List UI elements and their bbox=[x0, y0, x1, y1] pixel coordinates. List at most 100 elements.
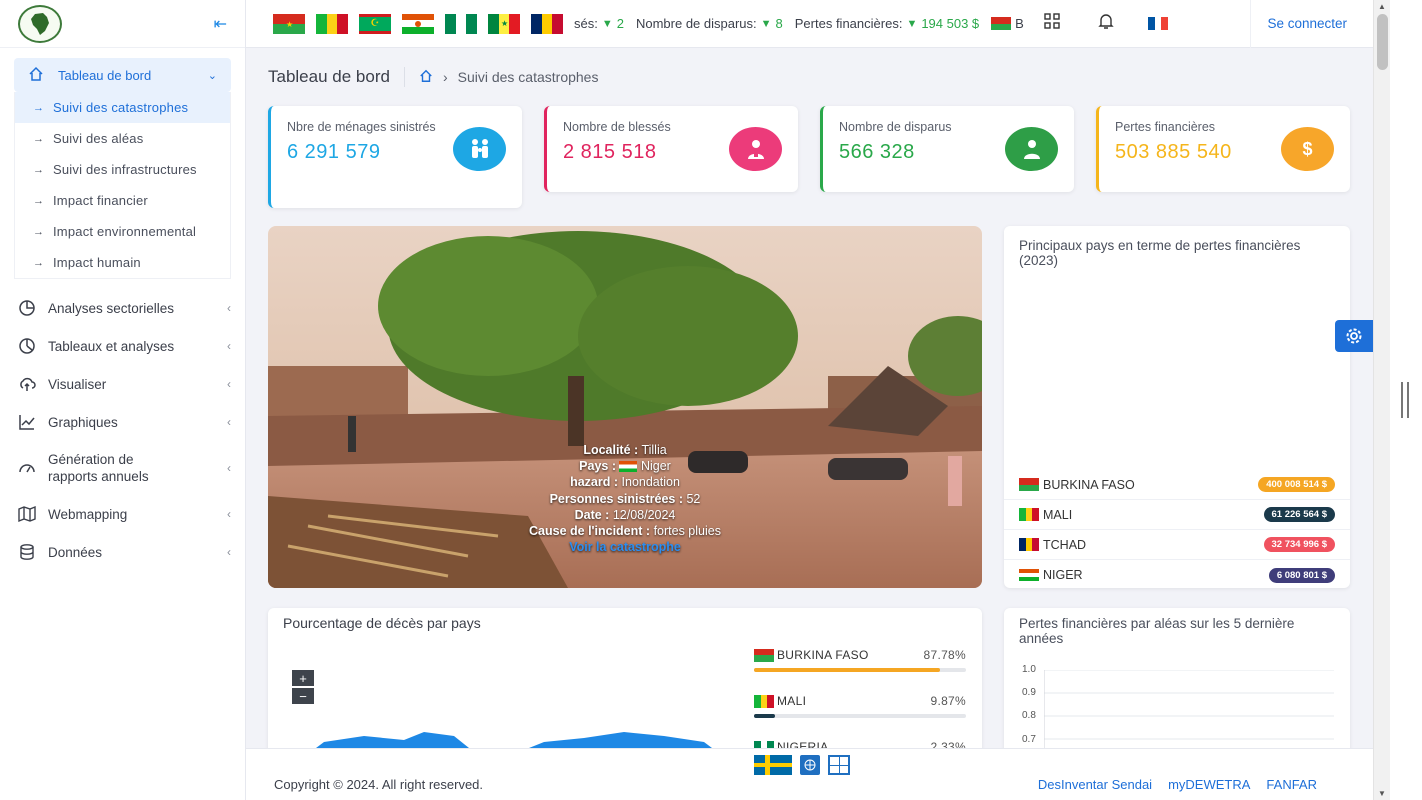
flag-niger bbox=[1019, 568, 1039, 582]
submenu-impact-humain[interactable]: → Impact humain bbox=[15, 247, 230, 278]
y-tick-label: 0.9 bbox=[1022, 687, 1036, 699]
chevron-left-icon: ‹ bbox=[227, 545, 231, 559]
loss-row: MALI 61 226 564 $ bbox=[1004, 500, 1350, 530]
login-link[interactable]: Se connecter bbox=[1250, 0, 1373, 48]
flag-tchad[interactable] bbox=[531, 13, 563, 34]
incident-photo[interactable]: Localité : Tillia Pays : Niger hazard : … bbox=[268, 226, 982, 588]
pct-row: BURKINA FASO 87.78% bbox=[754, 648, 966, 672]
menu-analyses-sectorielles[interactable]: Analyses sectorielles ‹ bbox=[0, 289, 245, 327]
vertical-scrollbar[interactable]: ▲ ▼ bbox=[1373, 0, 1390, 800]
submenu-impact-financier[interactable]: → Impact financier bbox=[15, 185, 230, 216]
zoom-out-button[interactable]: − bbox=[292, 688, 314, 704]
panel-title: Pourcentage de décès par pays bbox=[283, 615, 481, 631]
ticker-text: sés: bbox=[574, 16, 598, 31]
apps-grid-icon[interactable] bbox=[1044, 13, 1060, 34]
bell-icon[interactable] bbox=[1098, 12, 1114, 35]
flag-senegal[interactable]: ★ bbox=[488, 13, 520, 34]
hazard-chart-grid bbox=[1044, 670, 1334, 748]
pct-value: 2.33% bbox=[930, 740, 966, 748]
link-desinventar[interactable]: DesInventar Sendai bbox=[1038, 777, 1152, 792]
menu-label: Graphiques bbox=[48, 414, 118, 430]
arrow-down-icon: ▼ bbox=[760, 17, 772, 30]
loss-row: TCHAD 32 734 996 $ bbox=[1004, 530, 1350, 560]
menu-donnees[interactable]: Données ‹ bbox=[0, 533, 245, 571]
arrow-down-icon: ▼ bbox=[906, 17, 918, 30]
submenu-label: Suivi des catastrophes bbox=[53, 100, 189, 115]
ticker-label: Nombre de disparus: bbox=[635, 16, 757, 31]
partner-logos bbox=[754, 755, 850, 775]
flag-tchad bbox=[1019, 538, 1039, 551]
world-map[interactable] bbox=[284, 712, 744, 748]
home-icon[interactable] bbox=[419, 69, 433, 86]
flag-mali bbox=[754, 694, 774, 708]
menu-tableaux-analyses[interactable]: Tableaux et analyses ‹ bbox=[0, 327, 245, 365]
resize-grip[interactable] bbox=[1401, 382, 1409, 418]
stat-card-blesses: Nombre de blessés 2 815 518 bbox=[544, 106, 798, 192]
pct-row: MALI 9.87% bbox=[754, 694, 966, 718]
country-flags: ★ ☪ ★ bbox=[246, 13, 563, 34]
submenu-label: Suivi des infrastructures bbox=[53, 162, 197, 177]
ticker-label: Pertes financières: bbox=[794, 16, 903, 31]
scroll-up-icon[interactable]: ▲ bbox=[1378, 2, 1386, 11]
injured-person-icon bbox=[729, 127, 782, 171]
stat-card-pertes: Pertes financières 503 885 540 $ bbox=[1096, 106, 1350, 192]
flag-niger[interactable] bbox=[402, 13, 434, 34]
menu-graphiques[interactable]: Graphiques ‹ bbox=[0, 403, 245, 441]
pct-bar-fill bbox=[754, 714, 775, 718]
incident-info: Localité : Tillia Pays : Niger hazard : … bbox=[268, 442, 982, 555]
ticker-value: 8 bbox=[775, 16, 783, 31]
scrollbar-thumb[interactable] bbox=[1377, 14, 1388, 70]
menu-webmapping[interactable]: Webmapping ‹ bbox=[0, 495, 245, 533]
top-losses-panel: Principaux pays en terme de pertes finan… bbox=[1004, 226, 1350, 588]
scroll-down-icon[interactable]: ▼ bbox=[1378, 789, 1386, 798]
incident-personnes: 52 bbox=[686, 491, 701, 506]
submenu-suivi-aleas[interactable]: → Suivi des aléas bbox=[15, 123, 230, 154]
incident-hazard: Inondation bbox=[621, 475, 680, 490]
loss-country: TCHAD bbox=[1043, 537, 1087, 552]
zoom-in-button[interactable]: + bbox=[292, 670, 314, 686]
menu-generation-rapports[interactable]: Génération de rapports annuels ‹ bbox=[0, 441, 245, 495]
submenu-impact-environnemental[interactable]: → Impact environnemental bbox=[15, 216, 230, 247]
pct-value: 9.87% bbox=[930, 694, 966, 708]
language-flag-fr[interactable] bbox=[1147, 17, 1168, 30]
menu-label: Données bbox=[48, 544, 103, 560]
flag-niger-small bbox=[619, 461, 638, 473]
incident-date: 12/08/2024 bbox=[612, 507, 676, 522]
flag-mauritanie[interactable]: ☪ bbox=[359, 13, 391, 34]
chevron-left-icon: ‹ bbox=[227, 377, 231, 391]
collapse-sidebar-icon[interactable]: ⇤ bbox=[214, 14, 227, 34]
menu-label: Visualiser bbox=[48, 376, 107, 392]
submenu-suivi-catastrophes[interactable]: → Suivi des catastrophes bbox=[15, 92, 230, 123]
link-mydewetra[interactable]: myDEWETRA bbox=[1168, 777, 1250, 792]
breadcrumb: › Suivi des catastrophes bbox=[419, 69, 598, 86]
cilss-logo[interactable] bbox=[18, 4, 62, 43]
database-icon bbox=[16, 541, 38, 563]
flag-nigeria bbox=[754, 740, 774, 748]
ticker-value: 194 503 $ bbox=[921, 16, 980, 31]
stat-card-menages: Nbre de ménages sinistrés 6 291 579 bbox=[268, 106, 522, 208]
stat-label: Nbre de ménages sinistrés bbox=[287, 120, 436, 134]
y-tick-label: 0.8 bbox=[1022, 710, 1036, 722]
arrow-right-icon: → bbox=[33, 163, 45, 176]
submenu-suivi-infrastructures[interactable]: → Suivi des infrastructures bbox=[15, 154, 230, 185]
arrow-right-icon: → bbox=[33, 101, 45, 114]
dollar-icon: $ bbox=[1281, 127, 1334, 171]
flag-mali[interactable] bbox=[316, 13, 348, 34]
info-label: Cause de l'incident : bbox=[529, 524, 651, 539]
menu-visualiser[interactable]: Visualiser ‹ bbox=[0, 365, 245, 403]
submenu-label: Impact financier bbox=[53, 193, 148, 208]
stat-cards: Nbre de ménages sinistrés 6 291 579 Nomb… bbox=[246, 106, 1373, 208]
incident-pays: Niger bbox=[640, 459, 671, 474]
flag-burkina-faso[interactable]: ★ bbox=[273, 13, 305, 34]
info-label: Date : bbox=[574, 507, 610, 522]
loss-country: NIGER bbox=[1043, 568, 1083, 582]
arrow-right-icon: → bbox=[33, 194, 45, 207]
menu-tableau-de-bord[interactable]: Tableau de bord ⌄ bbox=[14, 58, 231, 92]
y-tick-label: 0.7 bbox=[1022, 733, 1036, 745]
flag-nigeria[interactable] bbox=[445, 13, 477, 34]
settings-gear-button[interactable] bbox=[1335, 320, 1373, 352]
family-icon bbox=[453, 127, 506, 171]
link-fanfar[interactable]: FANFAR bbox=[1266, 777, 1317, 792]
see-incident-link[interactable]: Voir la catastrophe bbox=[268, 539, 982, 555]
ticker-value: 2 bbox=[616, 16, 624, 31]
